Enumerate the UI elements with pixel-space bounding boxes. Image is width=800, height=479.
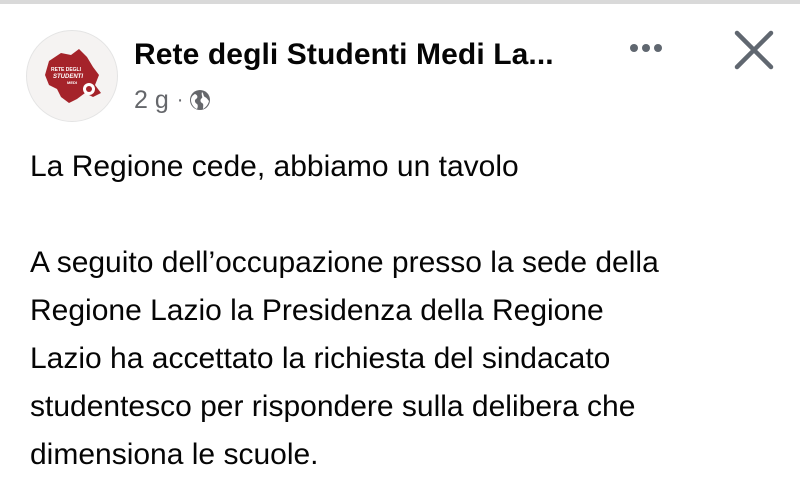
more-options-button[interactable] xyxy=(624,30,668,66)
globe-icon xyxy=(189,89,211,111)
close-button[interactable] xyxy=(728,24,780,76)
post-meta: 2 g · xyxy=(134,85,211,115)
more-options-icon xyxy=(630,44,662,52)
post-time[interactable]: 2 g xyxy=(134,86,169,115)
post-body-line: studentesco per rispondere sulla deliber… xyxy=(30,390,636,423)
rete-studenti-logo-icon: RETE DEGLI STUDENTI MEDI xyxy=(45,49,101,103)
post-body-line: Lazio ha accettato la richiesta del sind… xyxy=(30,342,611,375)
facebook-post: RETE DEGLI STUDENTI MEDI Rete degli Stud… xyxy=(0,0,800,471)
page-name-link[interactable]: Rete degli Studenti Medi La... xyxy=(134,38,554,72)
post-body-line: A seguito dell’occupazione presso la sed… xyxy=(30,246,659,279)
post-text: La Regione cede, abbiamo un tavolo A seg… xyxy=(30,143,790,479)
close-icon xyxy=(734,30,774,70)
avatar[interactable]: RETE DEGLI STUDENTI MEDI xyxy=(26,30,118,122)
post-body-line: Regione Lazio la Presidenza della Region… xyxy=(30,294,604,327)
post-body-line: dimensiona le scuole. xyxy=(30,438,319,471)
avatar-logo-line-3: MEDI xyxy=(67,80,77,85)
meta-separator: · xyxy=(176,88,184,111)
post-title: La Regione cede, abbiamo un tavolo xyxy=(30,150,519,183)
avatar-logo-line-1: RETE DEGLI xyxy=(51,67,82,73)
